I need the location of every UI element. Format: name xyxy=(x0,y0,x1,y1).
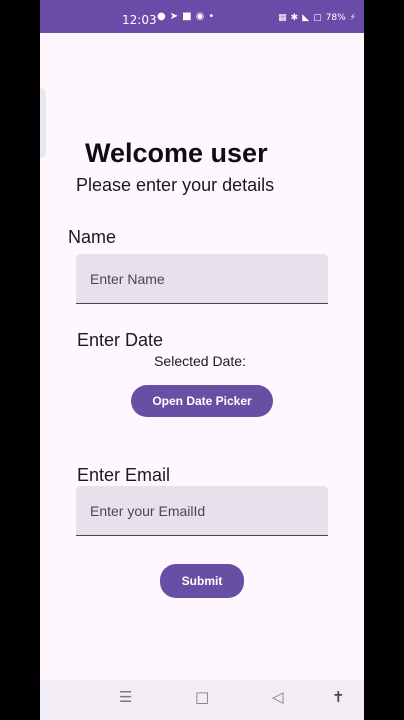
notification-icons: ● ➤ ■ ◉ • xyxy=(157,12,214,22)
name-input[interactable] xyxy=(76,254,328,303)
status-bar: 12:03 ● ➤ ■ ◉ • ▦ ✱ ◣ ▢ 78% ⚡ xyxy=(40,0,364,33)
edge-panel-handle[interactable] xyxy=(40,88,46,158)
name-field-container xyxy=(76,254,328,304)
app-screen: 12:03 ● ➤ ■ ◉ • ▦ ✱ ◣ ▢ 78% ⚡ Welcome us… xyxy=(40,0,364,720)
email-label: Enter Email xyxy=(77,465,171,485)
battery-level: 78% xyxy=(325,13,346,23)
navigation-bar: ☰ □ ◁ ✝ xyxy=(40,680,364,720)
home-icon[interactable]: □ xyxy=(195,690,209,705)
status-time: 12:03 xyxy=(122,13,157,27)
selected-date-text: Selected Date: xyxy=(154,353,246,369)
open-date-picker-button[interactable]: Open Date Picker xyxy=(131,385,273,417)
email-field-container xyxy=(76,486,328,536)
page-subtitle: Please enter your details xyxy=(76,175,275,195)
battery-icon: ⚡ xyxy=(349,12,356,23)
wifi-icon: ◣ xyxy=(302,12,310,23)
email-input[interactable] xyxy=(76,486,328,535)
system-icons: ▦ ✱ ◣ ▢ 78% ⚡ xyxy=(278,13,356,23)
date-label: Enter Date xyxy=(77,330,164,350)
recent-apps-icon[interactable]: ☰ xyxy=(119,690,132,705)
notification-icon: ◉ xyxy=(195,11,205,22)
back-icon[interactable]: ◁ xyxy=(272,690,284,705)
snapchat-icon: ● xyxy=(157,11,166,22)
bluetooth-icon: ✱ xyxy=(290,12,299,23)
page-title: Welcome user xyxy=(85,138,268,168)
data-icon: ▢ xyxy=(313,12,322,23)
name-label: Name xyxy=(68,227,117,247)
dot-icon: • xyxy=(208,11,215,22)
accessibility-icon[interactable]: ✝ xyxy=(332,690,345,705)
app-icon: ■ xyxy=(182,11,192,22)
submit-button[interactable]: Submit xyxy=(160,564,244,598)
telegram-icon: ➤ xyxy=(169,11,179,22)
vibrate-icon: ▦ xyxy=(278,12,287,23)
